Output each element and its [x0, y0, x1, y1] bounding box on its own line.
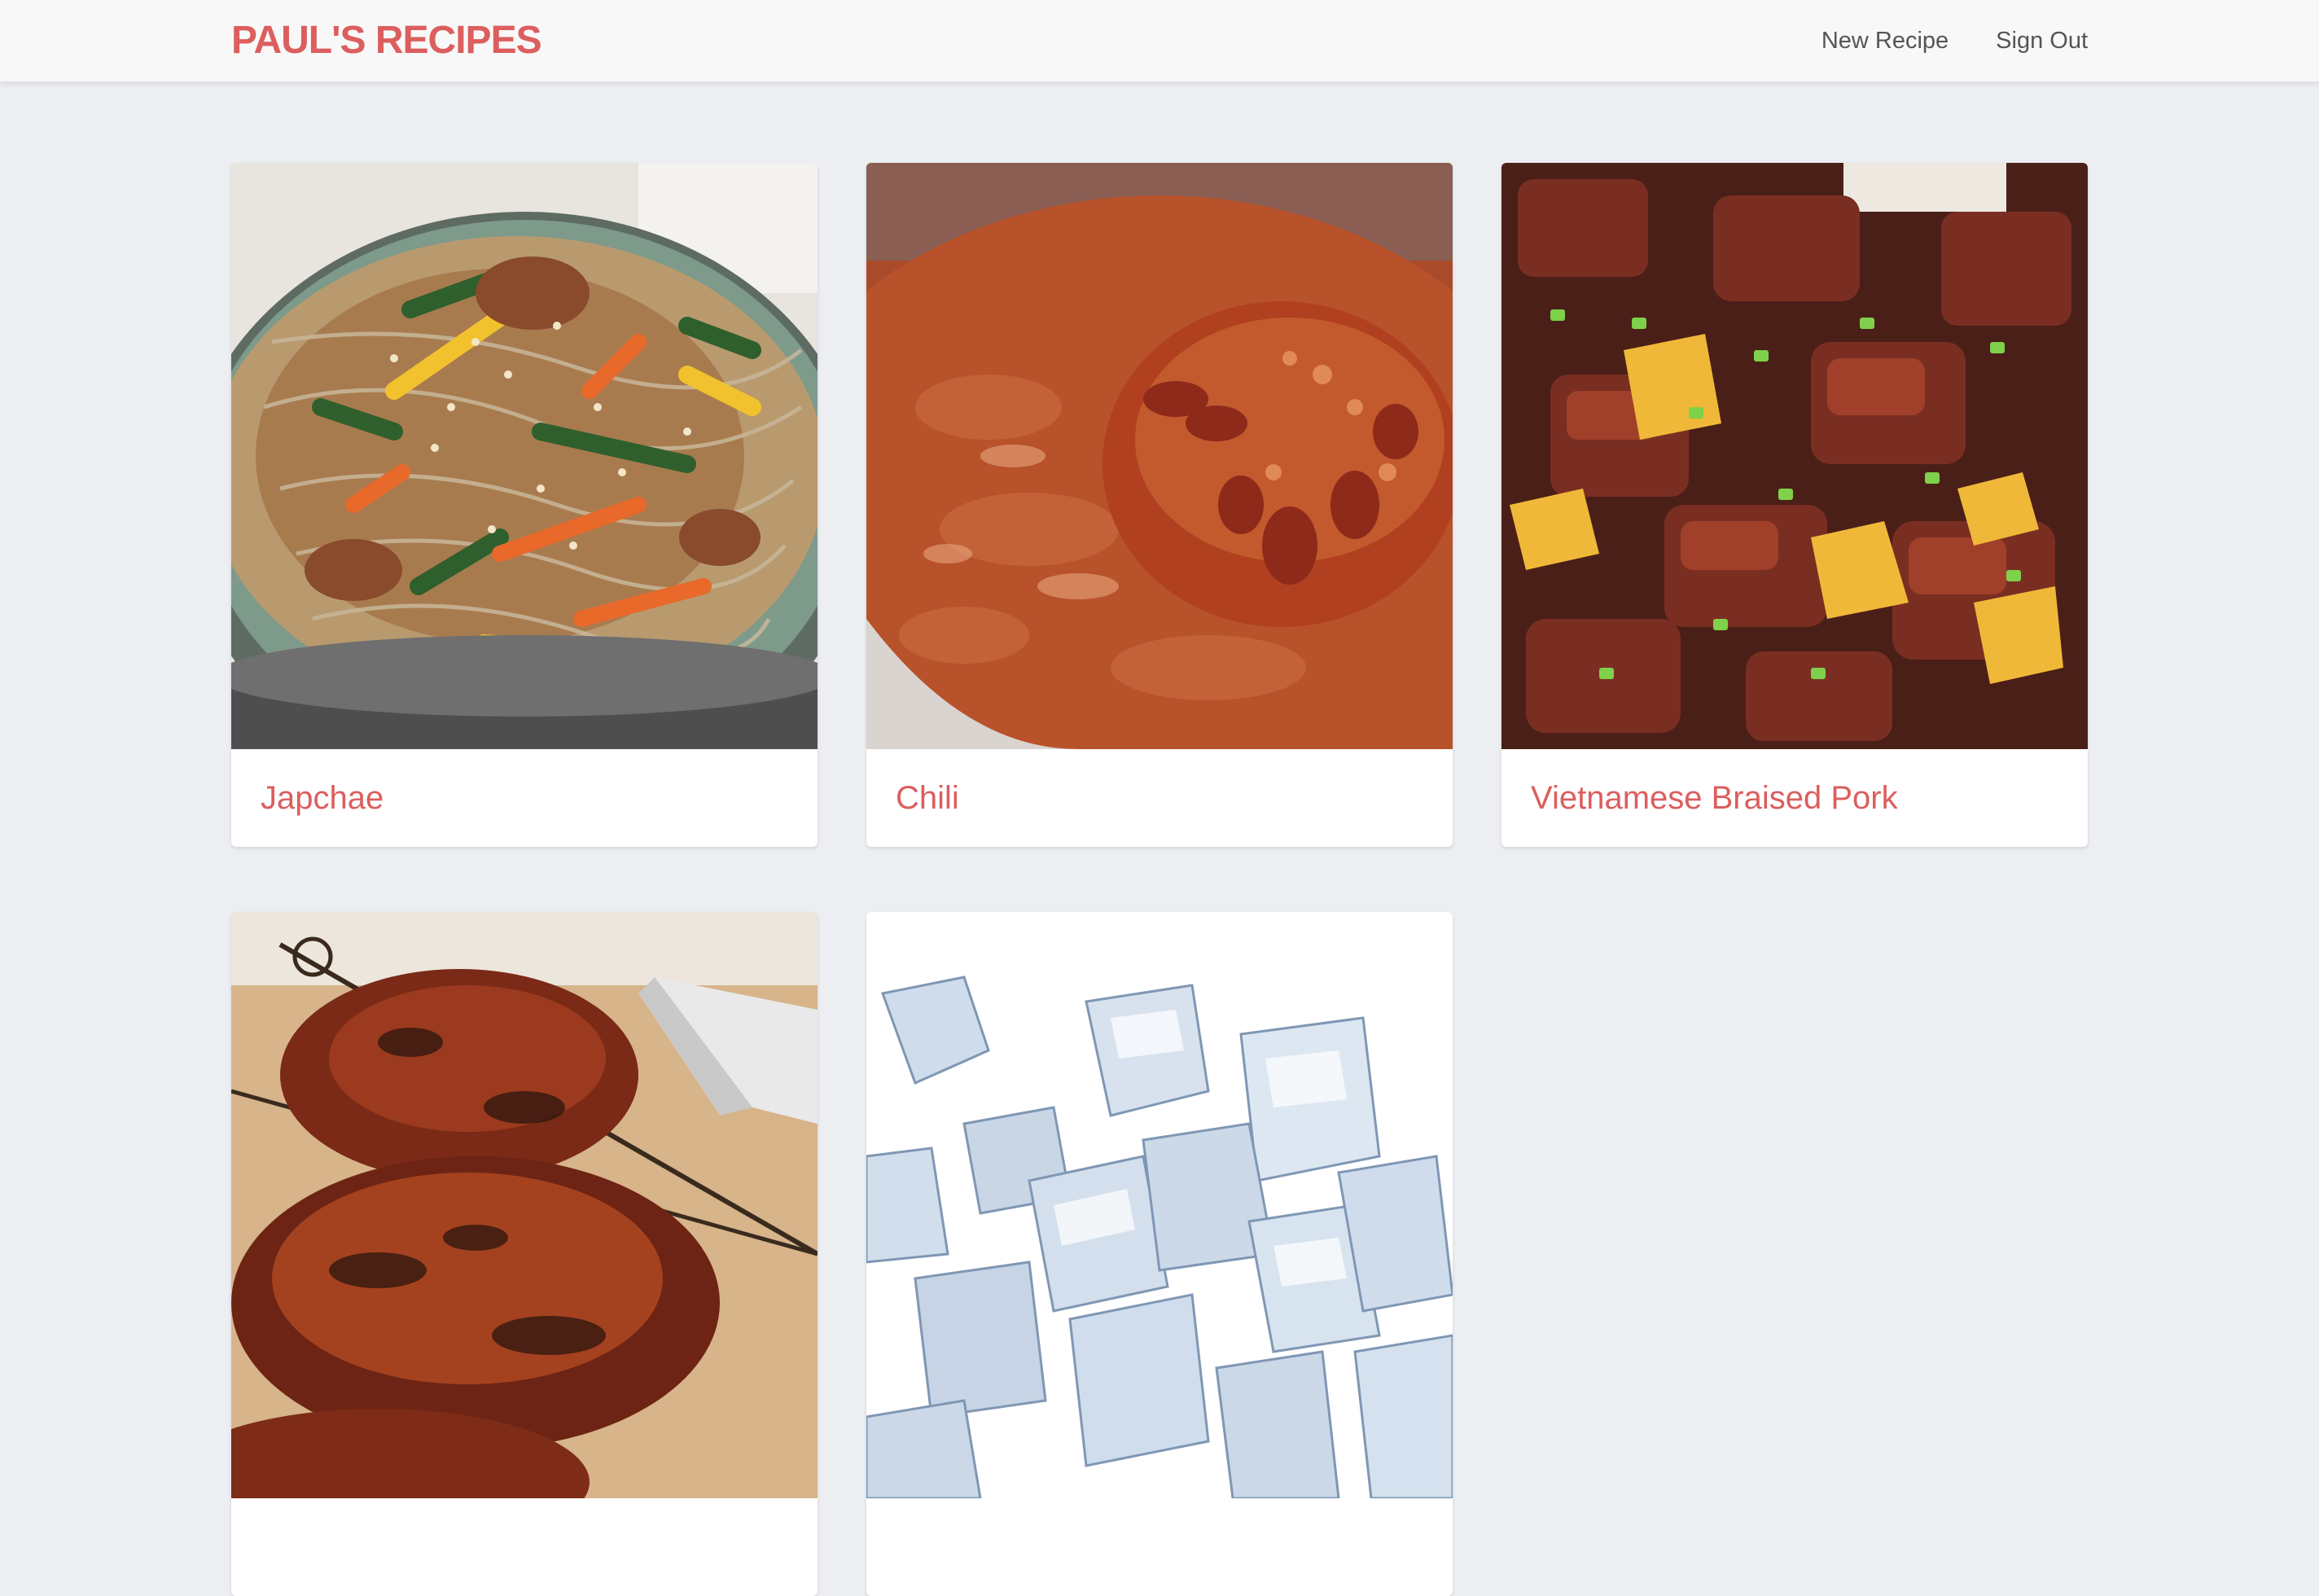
top-navbar: PAUL'S RECIPES New Recipe Sign Out [0, 0, 2319, 83]
roast-chicken-photo[interactable] [231, 912, 818, 1498]
brand-logo-link[interactable]: PAUL'S RECIPES [231, 16, 542, 65]
japchae-photo[interactable] [231, 163, 818, 749]
ice-cubes-photo[interactable] [866, 912, 1453, 1498]
chili-photo[interactable] [866, 163, 1453, 749]
recipe-grid: Japchae Chili Vietnamese Braised Pork [231, 163, 2088, 1596]
recipe-title[interactable] [231, 1498, 818, 1596]
recipe-card-chili[interactable]: Chili [866, 163, 1453, 847]
recipe-title[interactable]: Japchae [231, 749, 818, 847]
recipe-card-ice[interactable] [866, 912, 1453, 1596]
recipe-title[interactable]: Vietnamese Braised Pork [1501, 749, 2088, 847]
recipe-card-vietnamese-braised-pork[interactable]: Vietnamese Braised Pork [1501, 163, 2088, 847]
recipe-title[interactable]: Chili [866, 749, 1453, 847]
recipe-title[interactable] [866, 1498, 1453, 1596]
nav-links: New Recipe Sign Out [1821, 24, 2088, 57]
sign-out-link[interactable]: Sign Out [1996, 24, 2088, 57]
recipe-card-roast-chicken[interactable] [231, 912, 818, 1596]
new-recipe-link[interactable]: New Recipe [1821, 24, 1949, 57]
recipe-card-japchae[interactable]: Japchae [231, 163, 818, 847]
braised-pork-photo[interactable] [1501, 163, 2088, 749]
